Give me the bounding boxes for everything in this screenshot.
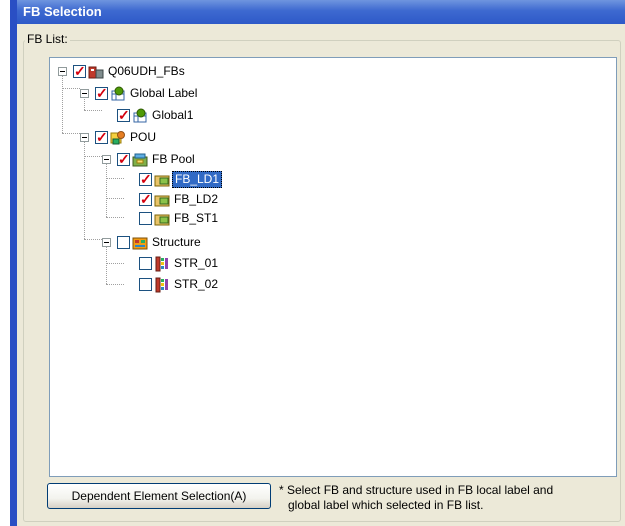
note-line-2: global label which selected in FB list. xyxy=(288,498,484,512)
tree-node-str-01[interactable]: STR_01 xyxy=(50,255,270,273)
collapse-toggle[interactable] xyxy=(58,67,67,76)
fb-tree[interactable]: Q06UDH_FBs Global Label Global1 xyxy=(49,57,617,477)
left-edge-strip xyxy=(0,0,17,526)
tree-node-label: FB Pool xyxy=(152,152,195,166)
struct-member-icon xyxy=(155,256,168,272)
tree-node-root[interactable]: Q06UDH_FBs xyxy=(50,62,270,81)
tree-node-pou[interactable]: POU xyxy=(50,128,270,147)
collapse-toggle[interactable] xyxy=(102,238,111,247)
checkbox[interactable] xyxy=(139,278,152,291)
checkbox[interactable] xyxy=(139,170,152,188)
tree-node-global1[interactable]: Global1 xyxy=(50,106,270,125)
tree-node-label: Global1 xyxy=(152,108,194,122)
fb-list-label: FB List: xyxy=(25,31,70,47)
tree-node-label: FB_LD1 xyxy=(172,171,223,188)
tree-node-label: FB_LD2 xyxy=(174,192,219,206)
fb-icon xyxy=(154,214,170,226)
fb-pool-icon xyxy=(132,153,148,167)
selection-note: * Select FB and structure used in FB loc… xyxy=(279,483,619,513)
collapse-toggle[interactable] xyxy=(80,89,89,98)
tree-node-label: FB_ST1 xyxy=(174,211,219,225)
checkbox[interactable] xyxy=(73,62,86,80)
fb-icon xyxy=(154,175,170,187)
global-label-icon xyxy=(133,108,147,123)
tree-node-fb-ld1[interactable]: FB_LD1 xyxy=(50,170,270,189)
tree-node-global-label[interactable]: Global Label xyxy=(50,84,270,103)
checkbox[interactable] xyxy=(139,190,152,208)
structure-icon xyxy=(132,237,148,250)
checkbox[interactable] xyxy=(117,106,130,124)
tree-node-label: STR_01 xyxy=(174,256,219,270)
tree-node-structure[interactable]: Structure xyxy=(50,234,270,252)
checkbox[interactable] xyxy=(139,212,152,225)
tree-node-label: STR_02 xyxy=(174,277,219,291)
tree-node-label: POU xyxy=(130,130,157,144)
tree-node-label: Global Label xyxy=(130,86,198,100)
tree-node-fb-pool[interactable]: FB Pool xyxy=(50,150,270,169)
collapse-toggle[interactable] xyxy=(80,133,89,142)
note-line-1: * Select FB and structure used in FB loc… xyxy=(279,483,554,497)
tree-node-str-02[interactable]: STR_02 xyxy=(50,276,270,294)
project-icon xyxy=(88,66,104,79)
dependent-element-selection-button[interactable]: Dependent Element Selection(A) xyxy=(47,483,271,509)
pou-icon xyxy=(110,131,125,145)
checkbox[interactable] xyxy=(117,236,130,249)
tree-node-label: Q06UDH_FBs xyxy=(108,64,185,78)
checkbox[interactable] xyxy=(95,128,108,146)
fb-selection-panel: FB Selection FB List: Q06UDH_FBs xyxy=(17,0,625,526)
struct-member-icon xyxy=(155,277,168,293)
collapse-toggle[interactable] xyxy=(102,155,111,164)
checkbox[interactable] xyxy=(95,84,108,102)
tree-node-fb-ld2[interactable]: FB_LD2 xyxy=(50,190,270,209)
global-label-icon xyxy=(111,86,125,101)
tree-node-label: Structure xyxy=(152,235,201,249)
checkbox[interactable] xyxy=(117,150,130,168)
tree-node-fb-st1[interactable]: FB_ST1 xyxy=(50,210,270,228)
panel-title: FB Selection xyxy=(17,0,625,24)
fb-icon xyxy=(154,195,170,207)
checkbox[interactable] xyxy=(139,257,152,270)
